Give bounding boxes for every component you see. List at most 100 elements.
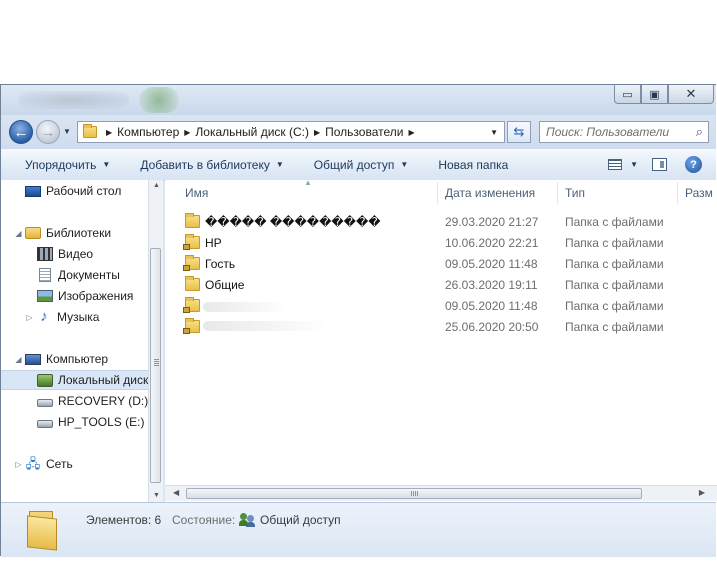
add-to-library-label: Добавить в библиотеку xyxy=(140,157,270,172)
state-value-text: Общий доступ xyxy=(260,513,341,527)
column-headers: ▲ Имя Дата изменения Тип Разм xyxy=(165,180,717,206)
address-bar[interactable]: ▶ Компьютер ▶ Локальный диск (C:) ▶ Поль… xyxy=(77,121,505,143)
nav-item-computer[interactable]: ◢ Компьютер xyxy=(14,349,108,369)
expanded-arrow-icon[interactable]: ◢ xyxy=(14,229,23,238)
collapsed-arrow-icon[interactable]: ▷ xyxy=(25,313,34,322)
collapsed-arrow-icon[interactable]: ▷ xyxy=(14,460,23,469)
view-details-icon[interactable] xyxy=(608,159,623,170)
share-button[interactable]: Общий доступ ▼ xyxy=(314,158,409,172)
file-row[interactable]: Общие 26.03.2020 19:11 Папка с файлами xyxy=(165,275,717,296)
state-label: Состояние: xyxy=(172,513,236,527)
view-controls: ▼ ? xyxy=(608,149,716,180)
add-to-library-button[interactable]: Добавить в библиотеку ▼ xyxy=(140,158,283,172)
navigation-pane: Рабочий стол ◢ Библиотеки Видео Документ… xyxy=(1,180,163,502)
file-row[interactable]: HP 10.06.2020 22:21 Папка с файлами xyxy=(165,233,717,254)
scrollbar-thumb[interactable] xyxy=(186,488,642,499)
chevron-right-icon[interactable]: ▶ xyxy=(408,128,414,137)
file-row[interactable]: 09.05.2020 11:48 Папка с файлами xyxy=(165,296,717,317)
title-bar[interactable]: ▭ ▣ ✕ xyxy=(1,85,716,115)
file-type: Папка с файлами xyxy=(565,236,664,250)
help-icon[interactable]: ? xyxy=(685,156,702,173)
preview-pane-icon[interactable] xyxy=(652,158,667,171)
share-label: Общий доступ xyxy=(313,157,395,172)
chevron-down-icon: ▼ xyxy=(275,160,284,169)
column-divider[interactable] xyxy=(437,182,438,204)
column-header-date[interactable]: Дата изменения xyxy=(445,186,535,200)
nav-label: Видео xyxy=(58,247,94,261)
command-bar: Упорядочить ▼ Добавить в библиотеку ▼ Общи… xyxy=(1,149,716,181)
nav-item-hp-tools[interactable]: HP_TOOLS (E:) xyxy=(37,412,144,432)
file-date: 29.03.2020 21:27 xyxy=(445,215,539,229)
organize-label: Упорядочить xyxy=(25,157,97,172)
breadcrumb-computer[interactable]: Компьютер xyxy=(117,125,179,139)
address-history-dropdown[interactable]: ▼ xyxy=(490,128,498,137)
pictures-icon xyxy=(37,290,53,302)
nav-label: Компьютер xyxy=(46,352,109,366)
chevron-right-icon[interactable]: ▶ xyxy=(314,128,320,137)
breadcrumb-users[interactable]: Пользователи xyxy=(325,125,403,139)
file-type: Папка с файлами xyxy=(565,215,664,229)
file-list: ▲ Имя Дата изменения Тип Разм ����� ����… xyxy=(165,180,717,502)
chevron-right-icon[interactable]: ▶ xyxy=(106,128,112,137)
nav-item-recovery[interactable]: RECOVERY (D:) xyxy=(37,391,148,411)
file-name: Гость xyxy=(205,257,236,271)
breadcrumb-local-disk[interactable]: Локальный диск (C:) xyxy=(195,125,309,139)
horizontal-scrollbar[interactable]: ◀ ▶ xyxy=(165,485,717,501)
search-input[interactable]: Поиск: Пользователи ⌕ xyxy=(539,121,709,143)
nav-label: Изображения xyxy=(58,289,134,303)
nav-label: Рабочий стол xyxy=(46,184,122,198)
chevron-down-icon[interactable]: ▼ xyxy=(630,160,638,169)
new-folder-button[interactable]: Новая папка xyxy=(438,158,508,172)
column-header-size[interactable]: Разм xyxy=(685,186,713,200)
file-row[interactable]: Гость 09.05.2020 11:48 Папка с файлами xyxy=(165,254,717,275)
file-date: 09.05.2020 11:48 xyxy=(445,299,538,313)
forward-button[interactable]: → xyxy=(36,120,60,144)
scroll-left-arrow-icon[interactable]: ◀ xyxy=(173,488,179,497)
close-button[interactable]: ✕ xyxy=(668,85,714,104)
column-header-name[interactable]: Имя xyxy=(185,186,208,200)
lock-icon xyxy=(183,244,190,250)
title-icon-blur xyxy=(139,87,179,113)
file-row[interactable]: ����� ��������� 29.03.2020 21:27 Папка с… xyxy=(165,212,717,233)
nav-item-network[interactable]: ▷ 🖧 Сеть xyxy=(14,454,73,474)
search-icon[interactable]: ⌕ xyxy=(696,124,703,140)
expanded-arrow-icon[interactable]: ◢ xyxy=(14,355,23,364)
nav-label: Музыка xyxy=(57,310,100,324)
locked-folder-icon xyxy=(183,234,200,250)
column-divider[interactable] xyxy=(557,182,558,204)
nav-item-documents[interactable]: Документы xyxy=(37,265,120,285)
redacted-name xyxy=(203,321,323,331)
file-type: Папка с файлами xyxy=(565,278,664,292)
video-icon xyxy=(37,247,53,261)
folder-icon xyxy=(185,213,200,228)
organize-button[interactable]: Упорядочить ▼ xyxy=(25,158,110,172)
maximize-button[interactable]: ▣ xyxy=(641,85,668,104)
address-row: ← → ▼ ▶ Компьютер ▶ Локальный диск (C:) … xyxy=(1,115,716,149)
scroll-right-arrow-icon[interactable]: ▶ xyxy=(699,488,705,497)
nav-item-music[interactable]: ▷ ♪ Музыка xyxy=(25,307,99,327)
nav-item-pictures[interactable]: Изображения xyxy=(37,286,133,306)
minimize-button[interactable]: ▭ xyxy=(614,85,641,104)
back-button[interactable]: ← xyxy=(9,120,33,144)
scroll-up-arrow-icon[interactable]: ▲ xyxy=(153,182,160,189)
nav-label: Локальный диск xyxy=(58,373,149,387)
nav-scrollbar[interactable]: ▲ ▼ xyxy=(148,180,163,502)
nav-item-local-disk[interactable]: Локальный диск xyxy=(1,370,148,390)
nav-item-video[interactable]: Видео xyxy=(37,244,93,264)
scrollbar-thumb[interactable] xyxy=(150,248,161,483)
nav-item-desktop[interactable]: Рабочий стол xyxy=(25,181,121,201)
network-icon: 🖧 xyxy=(25,456,41,471)
item-count: Элементов: 6 xyxy=(86,513,162,527)
folder-icon xyxy=(27,511,57,551)
column-header-type[interactable]: Тип xyxy=(565,186,585,200)
file-row[interactable]: 25.06.2020 20:50 Папка с файлами xyxy=(165,317,717,338)
nav-label: RECOVERY (D:) xyxy=(58,394,149,408)
recent-pages-dropdown[interactable]: ▼ xyxy=(63,127,71,136)
locked-folder-icon xyxy=(183,318,200,334)
nav-item-libraries[interactable]: ◢ Библиотеки xyxy=(14,223,111,243)
column-divider[interactable] xyxy=(677,182,678,204)
chevron-right-icon[interactable]: ▶ xyxy=(184,128,190,137)
refresh-button[interactable]: ⇆ xyxy=(507,121,531,143)
nav-label: Сеть xyxy=(46,457,73,471)
scroll-down-arrow-icon[interactable]: ▼ xyxy=(153,492,160,499)
